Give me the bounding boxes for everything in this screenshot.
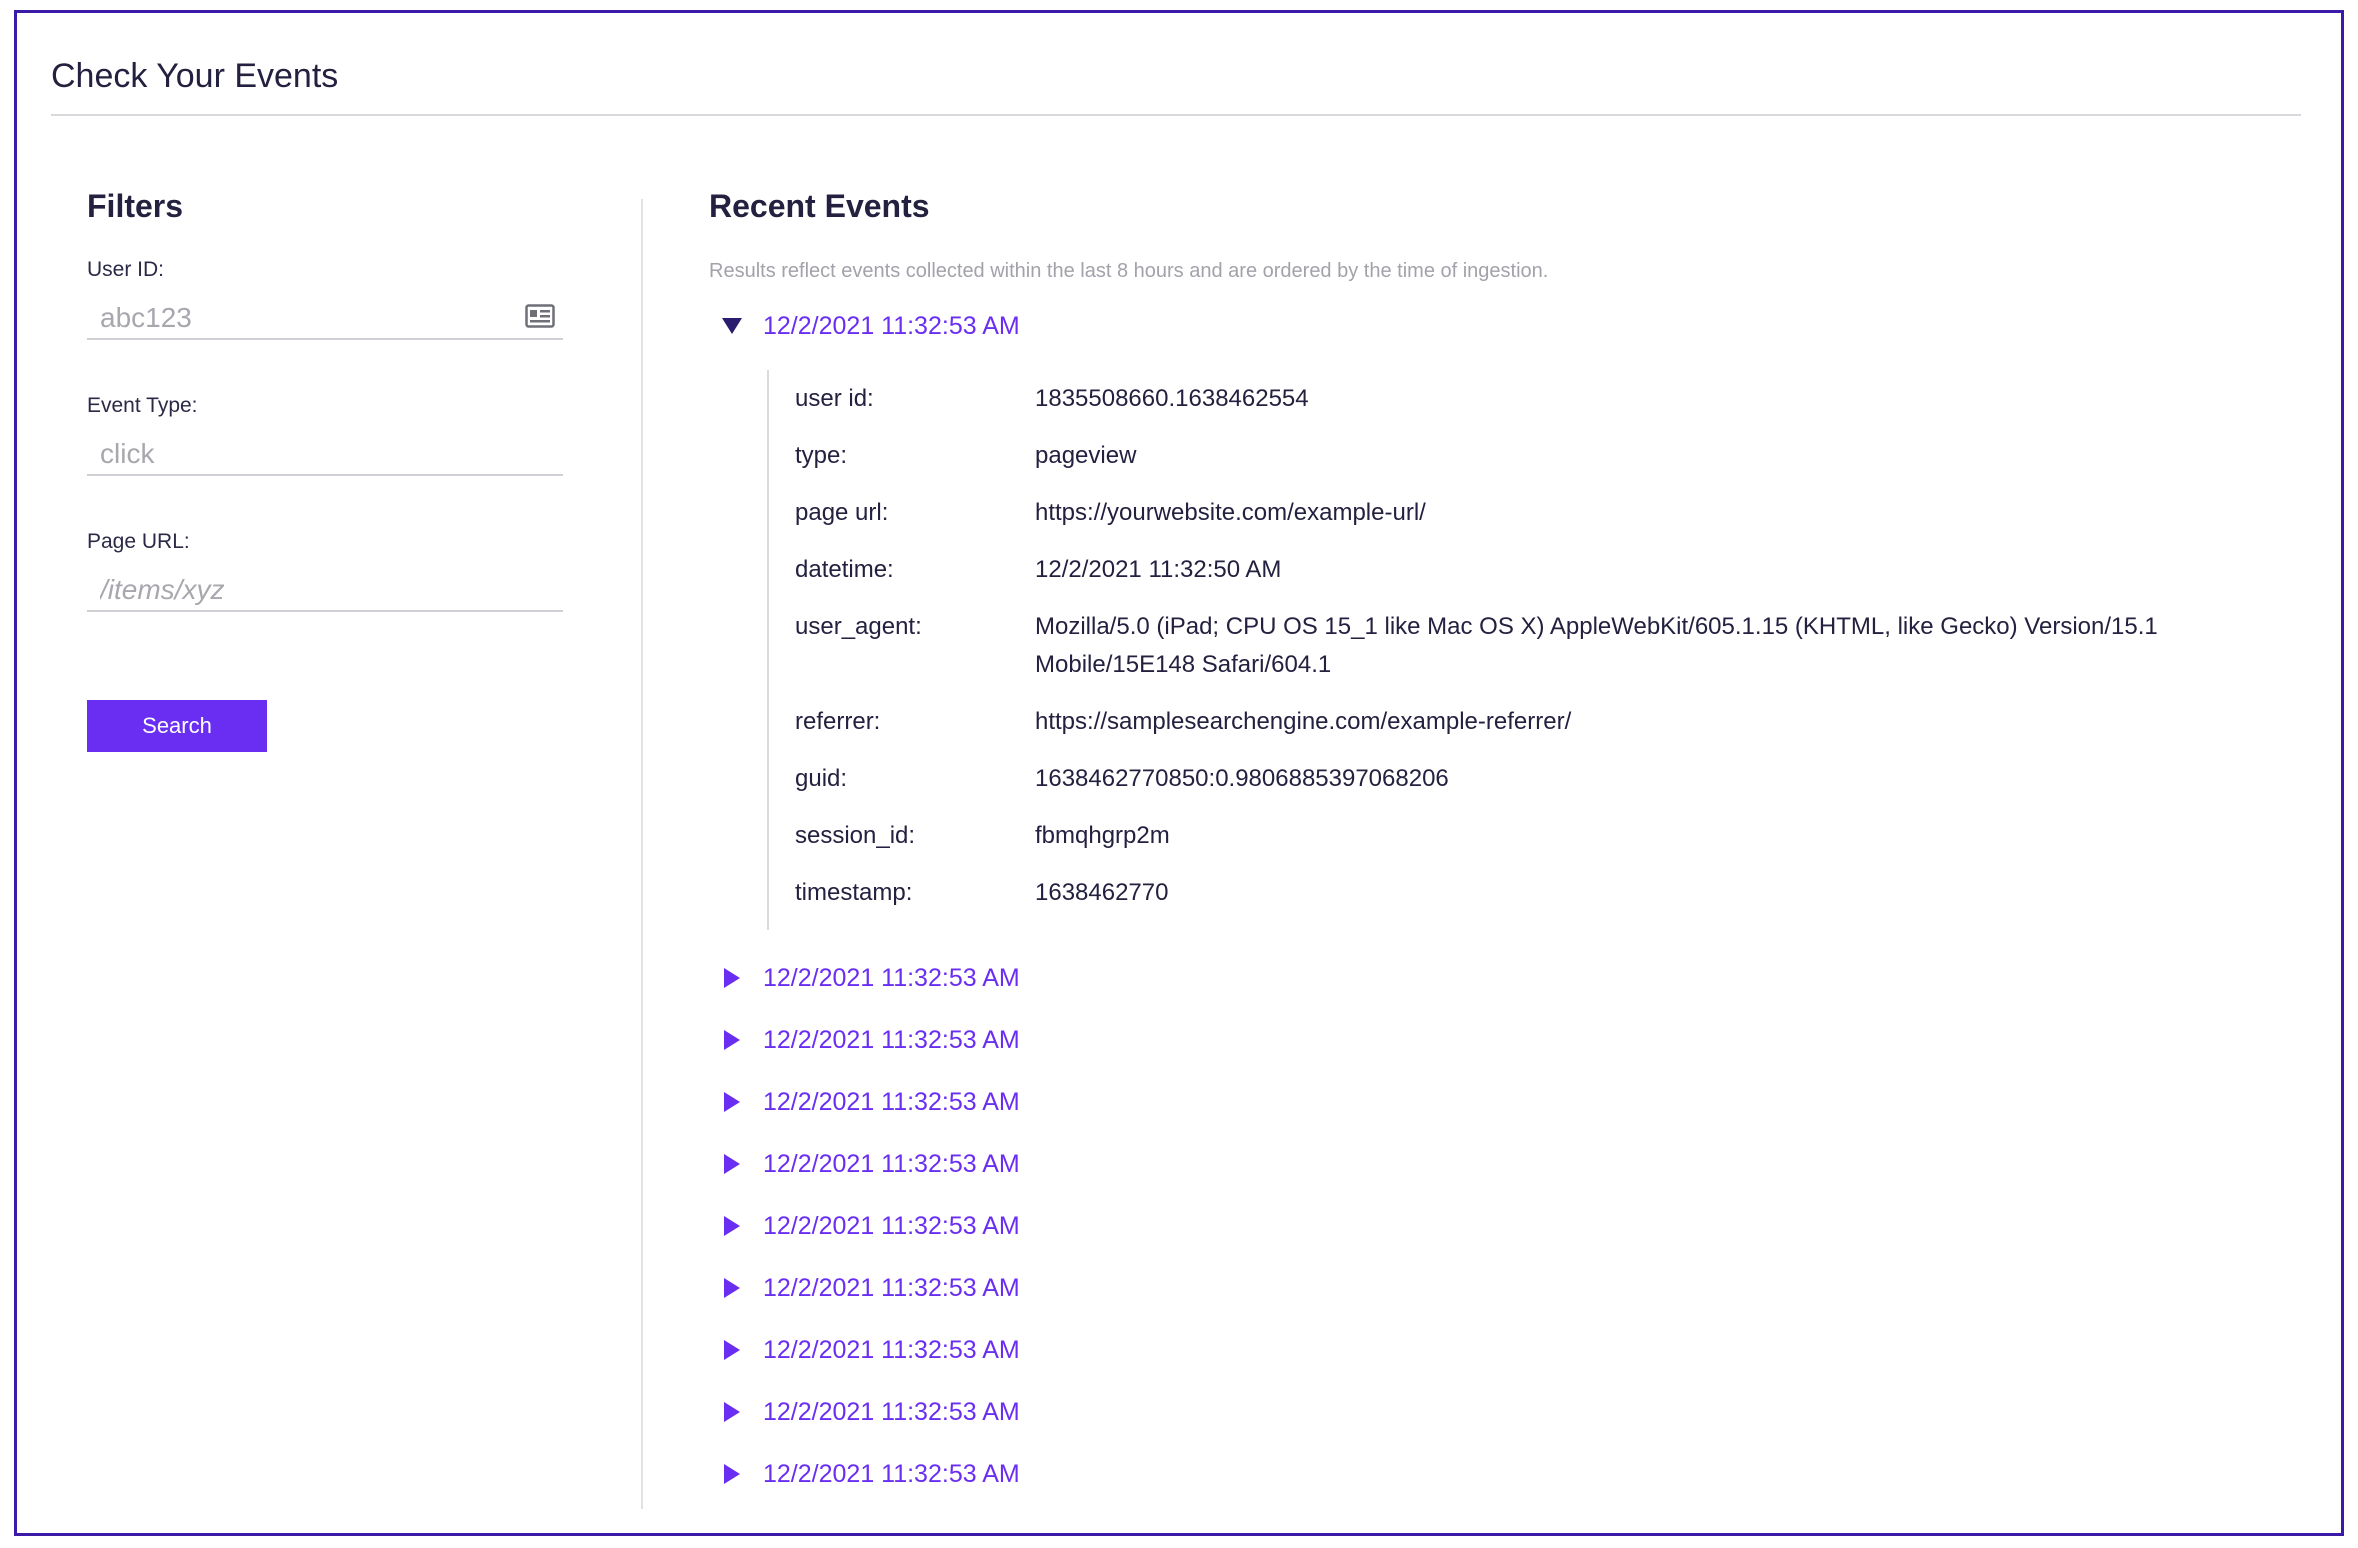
recent-events-panel: Recent Events Results reflect events col… [709, 188, 2329, 1508]
detail-row: user id: 1835508660.1638462554 [795, 380, 2285, 418]
detail-row: referrer: https://samplesearchengine.com… [795, 703, 2285, 741]
detail-value: https://samplesearchengine.com/example-r… [1035, 708, 1572, 735]
triangle-right-icon [724, 1154, 740, 1174]
detail-row: datetime: 12/2/2021 11:32:50 AM [795, 551, 2285, 589]
page-url-label: Page URL: [87, 530, 190, 553]
triangle-right-icon [724, 1464, 740, 1484]
event-toggle-collapsed[interactable]: 12/2/2021 11:32:53 AM [721, 1270, 1020, 1306]
column-divider [641, 199, 643, 1509]
event-timestamp: 12/2/2021 11:32:53 AM [763, 1273, 1020, 1302]
event-details: user id: 1835508660.1638462554 type: pag… [767, 370, 2307, 930]
event-toggle-collapsed[interactable]: 12/2/2021 11:32:53 AM [721, 1332, 1020, 1368]
event-type-field: Event Type: [87, 394, 563, 476]
event-toggle-collapsed[interactable]: 12/2/2021 11:32:53 AM [721, 1146, 1020, 1182]
detail-row: guid: 1638462770850:0.9806885397068206 [795, 760, 2285, 798]
detail-row: user_agent: Mozilla/5.0 (iPad; CPU OS 15… [795, 608, 2285, 684]
app-frame: Check Your Events Filters User ID: Event… [14, 10, 2344, 1536]
detail-key: datetime: [795, 556, 894, 583]
event-toggle-collapsed[interactable]: 12/2/2021 11:32:53 AM [721, 1394, 1020, 1430]
detail-value: https://yourwebsite.com/example-url/ [1035, 499, 1426, 526]
detail-key: page url: [795, 499, 889, 526]
user-id-label: User ID: [87, 258, 165, 281]
detail-key: timestamp: [795, 879, 913, 906]
event-timestamp: 12/2/2021 11:32:53 AM [763, 1397, 1020, 1426]
event-toggle-collapsed[interactable]: 12/2/2021 11:32:53 AM [721, 1456, 1020, 1492]
detail-value: 1835508660.1638462554 [1035, 385, 1309, 412]
detail-key: session_id: [795, 822, 916, 849]
detail-row: page url: https://yourwebsite.com/exampl… [795, 494, 2285, 532]
detail-row: session_id: fbmqhgrp2m [795, 817, 2285, 855]
event-toggle-collapsed[interactable]: 12/2/2021 11:32:53 AM [721, 1208, 1020, 1244]
event-toggle-expanded[interactable]: 12/2/2021 11:32:53 AM [721, 308, 1020, 344]
detail-value: pageview [1035, 442, 1137, 469]
triangle-right-icon [724, 1278, 740, 1298]
detail-value: 1638462770 [1035, 879, 1169, 906]
page-url-input[interactable] [87, 556, 563, 612]
event-timestamp: 12/2/2021 11:32:53 AM [763, 1087, 1020, 1116]
detail-row: type: pageview [795, 437, 2285, 475]
page-title: Check Your Events [51, 57, 339, 95]
detail-key: user_agent: [795, 613, 922, 640]
event-toggle-collapsed[interactable]: 12/2/2021 11:32:53 AM [721, 1084, 1020, 1120]
event-timestamp: 12/2/2021 11:32:53 AM [763, 1025, 1020, 1054]
detail-value: 12/2/2021 11:32:50 AM [1035, 556, 1282, 583]
filters-panel: Filters User ID: Event Type: Page URL: S… [87, 188, 563, 788]
triangle-right-icon [724, 1092, 740, 1112]
event-toggle-collapsed[interactable]: 12/2/2021 11:32:53 AM [721, 960, 1020, 996]
event-timestamp: 12/2/2021 11:32:53 AM [763, 1459, 1020, 1488]
triangle-right-icon [724, 968, 740, 988]
event-type-label: Event Type: [87, 394, 198, 417]
detail-key: guid: [795, 765, 848, 792]
user-id-field: User ID: [87, 258, 563, 340]
triangle-down-icon [722, 318, 742, 334]
event-type-input[interactable] [87, 420, 563, 476]
detail-key: type: [795, 442, 848, 469]
detail-row: timestamp: 1638462770 [795, 874, 2285, 912]
search-button[interactable]: Search [87, 700, 267, 752]
contact-card-icon[interactable] [525, 304, 555, 328]
event-timestamp: 12/2/2021 11:32:53 AM [763, 1211, 1020, 1240]
triangle-right-icon [724, 1030, 740, 1050]
detail-key: referrer: [795, 708, 881, 735]
event-toggle-collapsed[interactable]: 12/2/2021 11:32:53 AM [721, 1022, 1020, 1058]
detail-value: fbmqhgrp2m [1035, 822, 1170, 849]
triangle-right-icon [724, 1216, 740, 1236]
detail-value: Mozilla/5.0 (iPad; CPU OS 15_1 like Mac … [1035, 613, 2158, 678]
event-timestamp: 12/2/2021 11:32:53 AM [763, 1149, 1020, 1178]
user-id-input[interactable] [87, 284, 563, 340]
filters-title: Filters [87, 188, 184, 224]
event-timestamp: 12/2/2021 11:32:53 AM [763, 311, 1020, 340]
title-divider [51, 114, 2301, 116]
detail-value: 1638462770850:0.9806885397068206 [1035, 765, 1449, 792]
recent-events-title: Recent Events [709, 188, 930, 224]
detail-key: user id: [795, 385, 874, 412]
event-timestamp: 12/2/2021 11:32:53 AM [763, 963, 1020, 992]
page-url-field: Page URL: [87, 530, 563, 612]
event-timestamp: 12/2/2021 11:32:53 AM [763, 1335, 1020, 1364]
triangle-right-icon [724, 1402, 740, 1422]
recent-events-subtitle: Results reflect events collected within … [709, 260, 1549, 282]
triangle-right-icon [724, 1340, 740, 1360]
